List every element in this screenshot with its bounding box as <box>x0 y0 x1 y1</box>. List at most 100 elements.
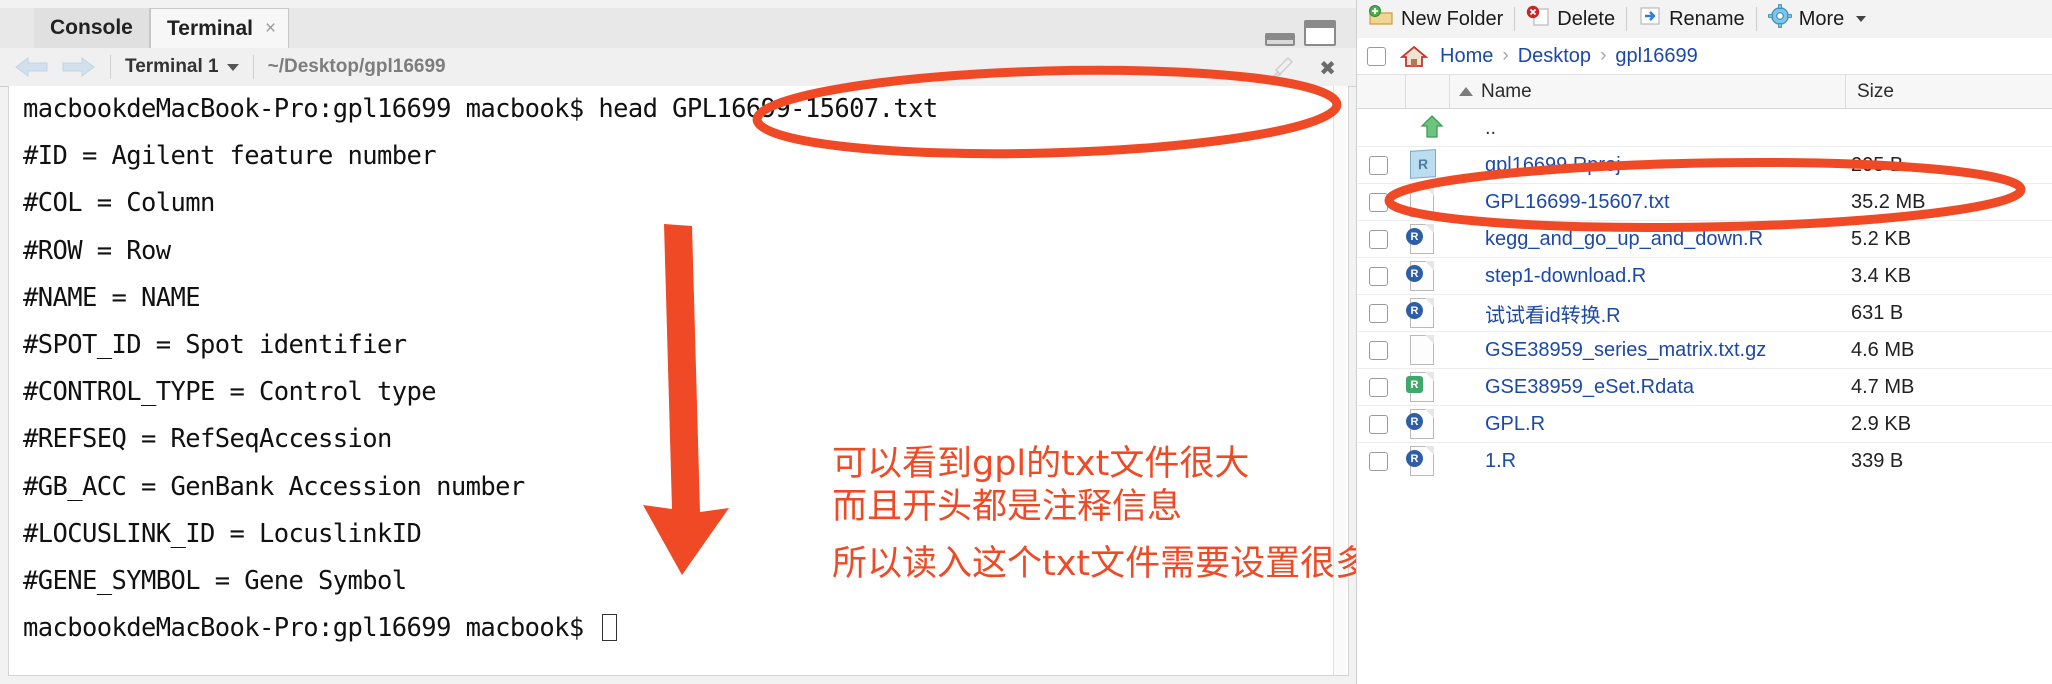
breadcrumb-separator: › <box>1600 45 1607 66</box>
pane-window-buttons <box>1265 20 1336 46</box>
delete-button[interactable]: Delete <box>1515 0 1626 38</box>
terminal-line: #CONTROL_TYPE = Control type <box>23 377 437 408</box>
minimize-icon[interactable] <box>1265 33 1295 46</box>
breadcrumb-separator: › <box>1502 45 1509 66</box>
list-item-name[interactable]: GSE38959_eSet.Rdata <box>1485 376 1694 399</box>
r-script-icon: R <box>1406 224 1436 254</box>
breadcrumb-item-gpl16699[interactable]: gpl16699 <box>1615 45 1697 68</box>
row-checkbox[interactable] <box>1369 377 1388 397</box>
list-item-name[interactable]: 1.R <box>1485 450 1516 473</box>
forward-arrow-icon[interactable] <box>60 56 96 78</box>
tab-console[interactable]: Console <box>34 8 150 48</box>
terminal-output[interactable]: macbookdeMacBook-Pro:gpl16699 macbook$ h… <box>8 86 1349 676</box>
r-script-icon: R <box>1406 409 1436 439</box>
row-checkbox[interactable] <box>1369 303 1388 323</box>
home-icon[interactable] <box>1400 44 1428 68</box>
select-all-checkbox[interactable] <box>1367 46 1386 66</box>
terminal-line: #COL = Column <box>23 188 215 219</box>
list-item-name[interactable]: kegg_and_go_up_and_down.R <box>1485 228 1763 251</box>
r-script-icon: R <box>1406 261 1436 291</box>
rename-button[interactable]: Rename <box>1627 0 1756 38</box>
list-item-name[interactable]: GPL.R <box>1485 413 1545 436</box>
tab-terminal-label: Terminal <box>167 16 253 40</box>
annotation-line-1: 可以看到gpl的txt文件很大 <box>832 444 1250 484</box>
list-item-name[interactable]: step1-download.R <box>1485 265 1646 288</box>
chevron-down-icon <box>1856 16 1867 22</box>
row-checkbox[interactable] <box>1369 451 1388 471</box>
maximize-icon[interactable] <box>1304 20 1336 46</box>
terminal-line: #ROW = Row <box>23 235 171 266</box>
tab-console-label: Console <box>50 16 133 39</box>
list-item-name[interactable]: 试试看id转换.R <box>1485 299 1621 328</box>
list-item-size: 5.2 KB <box>1851 227 1912 250</box>
list-item[interactable]: R GPL.R 2.9 KB <box>1357 406 2052 442</box>
new-folder-button[interactable]: New Folder <box>1357 0 1514 38</box>
close-terminal-icon[interactable]: ✖ <box>1319 56 1336 81</box>
rproj-icon: R <box>1410 149 1436 180</box>
r-script-icon: R <box>1406 446 1436 476</box>
close-icon[interactable]: × <box>265 19 276 38</box>
gear-icon <box>1767 4 1792 34</box>
list-item-size: 3.4 KB <box>1851 264 1912 287</box>
list-item[interactable]: R GSE38959_eSet.Rdata 4.7 MB <box>1357 369 2052 405</box>
text-file-icon <box>1410 187 1436 217</box>
file-list-header: Name Size <box>1357 75 2052 109</box>
rename-label: Rename <box>1669 7 1745 30</box>
new-folder-icon <box>1368 5 1394 33</box>
files-pane: New Folder Delete Rename More Home › Des… <box>1356 0 2052 684</box>
list-item[interactable]: GSE38959_series_matrix.txt.gz 4.6 MB <box>1357 332 2052 368</box>
list-item-size: 205 B <box>1851 153 1904 176</box>
text-file-icon <box>1410 335 1436 365</box>
up-folder-arrow-icon[interactable] <box>1419 113 1445 143</box>
list-item-name[interactable]: GPL16699-15607.txt <box>1485 191 1670 214</box>
column-header-size-label: Size <box>1857 80 1894 102</box>
row-checkbox[interactable] <box>1369 266 1388 286</box>
terminal-line: #NAME = NAME <box>23 282 201 313</box>
more-label: More <box>1798 7 1845 30</box>
tab-terminal[interactable]: Terminal × <box>150 8 290 48</box>
rename-icon <box>1638 5 1662 33</box>
row-checkbox[interactable] <box>1369 229 1388 249</box>
list-item-name[interactable]: GSE38959_series_matrix.txt.gz <box>1485 339 1766 362</box>
terminal-pane: Console Terminal × Terminal 1 ~/Desktop/… <box>0 0 1440 684</box>
row-checkbox[interactable] <box>1369 192 1388 212</box>
delete-icon <box>1526 5 1550 33</box>
list-item-name[interactable]: gpl16699.Rproj <box>1485 154 1621 177</box>
column-header-name[interactable]: Name <box>1459 75 1532 108</box>
terminal-selector-label: Terminal 1 <box>125 56 219 77</box>
list-item[interactable]: R 试试看id转换.R 631 B <box>1357 295 2052 331</box>
list-item[interactable]: R 1.R 339 B <box>1357 443 2052 479</box>
delete-label: Delete <box>1557 7 1616 30</box>
list-item[interactable]: R gpl16699.Rproj 205 B <box>1357 147 2052 183</box>
row-checkbox[interactable] <box>1369 414 1388 434</box>
pane-tabstrip: Console Terminal × <box>0 8 1356 49</box>
terminal-scrollbar[interactable] <box>1333 86 1346 675</box>
files-toolbar: New Folder Delete Rename More <box>1357 0 2052 39</box>
r-script-icon: R <box>1406 298 1436 328</box>
terminal-selector[interactable]: Terminal 1 <box>125 56 239 78</box>
row-checkbox[interactable] <box>1369 155 1388 175</box>
column-header-size[interactable]: Size <box>1857 75 1894 108</box>
list-item-name[interactable]: .. <box>1485 117 1496 140</box>
list-item-size: 4.7 MB <box>1851 375 1915 398</box>
rdata-icon: R <box>1406 372 1436 402</box>
terminal-line: #ID = Agilent feature number <box>23 141 437 172</box>
list-item-size: 2.9 KB <box>1851 412 1912 435</box>
column-header-name-label: Name <box>1481 80 1532 102</box>
list-item[interactable]: .. <box>1357 110 2052 146</box>
back-arrow-icon[interactable] <box>14 56 50 78</box>
more-button[interactable]: More <box>1757 0 1878 38</box>
broom-clear-icon[interactable] <box>1268 56 1294 80</box>
breadcrumb: Home › Desktop › gpl16699 <box>1357 38 2052 75</box>
block-cursor <box>602 614 618 642</box>
list-item[interactable]: R step1-download.R 3.4 KB <box>1357 258 2052 294</box>
row-checkbox[interactable] <box>1369 340 1388 360</box>
list-item[interactable]: R kegg_and_go_up_and_down.R 5.2 KB <box>1357 221 2052 257</box>
terminal-line: macbookdeMacBook-Pro:gpl16699 macbook$ h… <box>23 94 938 124</box>
terminal-line: #SPOT_ID = Spot identifier <box>23 330 407 361</box>
breadcrumb-item-desktop[interactable]: Desktop <box>1518 45 1591 68</box>
breadcrumb-item-home[interactable]: Home <box>1440 45 1493 68</box>
sort-asc-icon <box>1459 87 1473 96</box>
list-item[interactable]: GPL16699-15607.txt 35.2 MB <box>1357 184 2052 220</box>
chevron-down-icon <box>226 63 239 71</box>
